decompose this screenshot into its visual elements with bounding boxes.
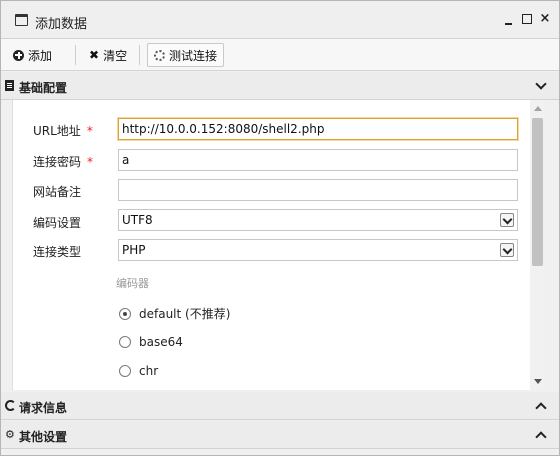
url-input[interactable]: http://10.0.0.152:8080/shell2.php [118, 118, 518, 140]
section-basic-header[interactable]: 基础配置 [1, 72, 559, 100]
section-request-header[interactable]: 请求信息 [1, 392, 559, 420]
section-request-title: 请求信息 [19, 401, 68, 415]
password-input[interactable]: a [118, 149, 518, 171]
toolbar-divider [75, 45, 76, 65]
vertical-scrollbar[interactable] [530, 100, 545, 390]
document-icon [5, 80, 14, 94]
test-connection-label: 测试连接 [169, 48, 218, 63]
close-icon[interactable]: × [539, 12, 551, 26]
section-basic-title: 基础配置 [19, 81, 68, 95]
window-controls: × [503, 12, 551, 26]
chevron-down-icon[interactable] [500, 243, 514, 257]
radio-button[interactable] [119, 365, 131, 377]
radio-button[interactable] [119, 307, 131, 320]
spinner-icon [154, 49, 165, 61]
chevron-up-icon[interactable] [535, 429, 547, 441]
type-select[interactable]: PHP [118, 239, 518, 261]
scroll-up-arrow-icon[interactable] [534, 106, 542, 111]
window-icon [15, 14, 28, 26]
section-other-header[interactable]: ⚙︎ 其他设置 [1, 421, 559, 449]
title-bar[interactable]: 添加数据 × [1, 1, 559, 39]
basic-config-panel: URL地址 * http://10.0.0.152:8080/shell2.php… [12, 100, 545, 390]
type-value: PHP [122, 243, 146, 257]
maximize-icon[interactable] [521, 12, 533, 26]
password-label: 连接密码 * [33, 155, 94, 169]
x-icon: ✖ [89, 48, 100, 62]
chevron-down-icon[interactable] [500, 213, 514, 227]
encoder-heading: 编码器 [116, 277, 149, 290]
add-data-dialog: 添加数据 × 添加 ✖ 清空 测试连接 基础配置 URL地址 * http://1… [0, 0, 560, 456]
scroll-down-arrow-icon[interactable] [534, 379, 542, 384]
radio-button[interactable] [119, 336, 131, 348]
encoder-option-label: chr [139, 364, 159, 378]
note-input[interactable] [118, 179, 518, 201]
encoding-value: UTF8 [122, 213, 153, 227]
encoder-option-label: default (不推荐) [139, 307, 231, 321]
test-connection-button[interactable]: 测试连接 [147, 43, 225, 67]
toolbar: 添加 ✖ 清空 测试连接 [1, 39, 559, 71]
add-button[interactable]: 添加 [9, 43, 56, 67]
encoding-label: 编码设置 [33, 216, 82, 230]
minimize-icon[interactable] [503, 12, 515, 26]
scroll-thumb[interactable] [532, 118, 543, 266]
chevron-down-icon[interactable] [535, 80, 547, 92]
window-title: 添加数据 [35, 17, 88, 32]
clear-button[interactable]: ✖ 清空 [85, 43, 131, 67]
encoder-option-chr[interactable]: chr [119, 364, 158, 378]
encoding-select[interactable]: UTF8 [118, 209, 518, 231]
clear-button-label: 清空 [103, 48, 128, 63]
encoder-option-base64[interactable]: base64 [119, 335, 183, 349]
refresh-icon [5, 400, 16, 414]
section-other-title: 其他设置 [19, 430, 68, 444]
encoder-option-label: base64 [139, 335, 183, 349]
note-label: 网站备注 [33, 185, 82, 199]
encoder-option-default[interactable]: default (不推荐) [119, 305, 230, 322]
plus-circle-icon [13, 49, 24, 61]
gears-icon: ⚙︎ [5, 428, 15, 441]
type-label: 连接类型 [33, 245, 82, 259]
add-button-label: 添加 [28, 48, 53, 63]
chevron-up-icon[interactable] [535, 400, 547, 412]
toolbar-divider [139, 45, 140, 65]
url-label: URL地址 * [33, 124, 93, 138]
